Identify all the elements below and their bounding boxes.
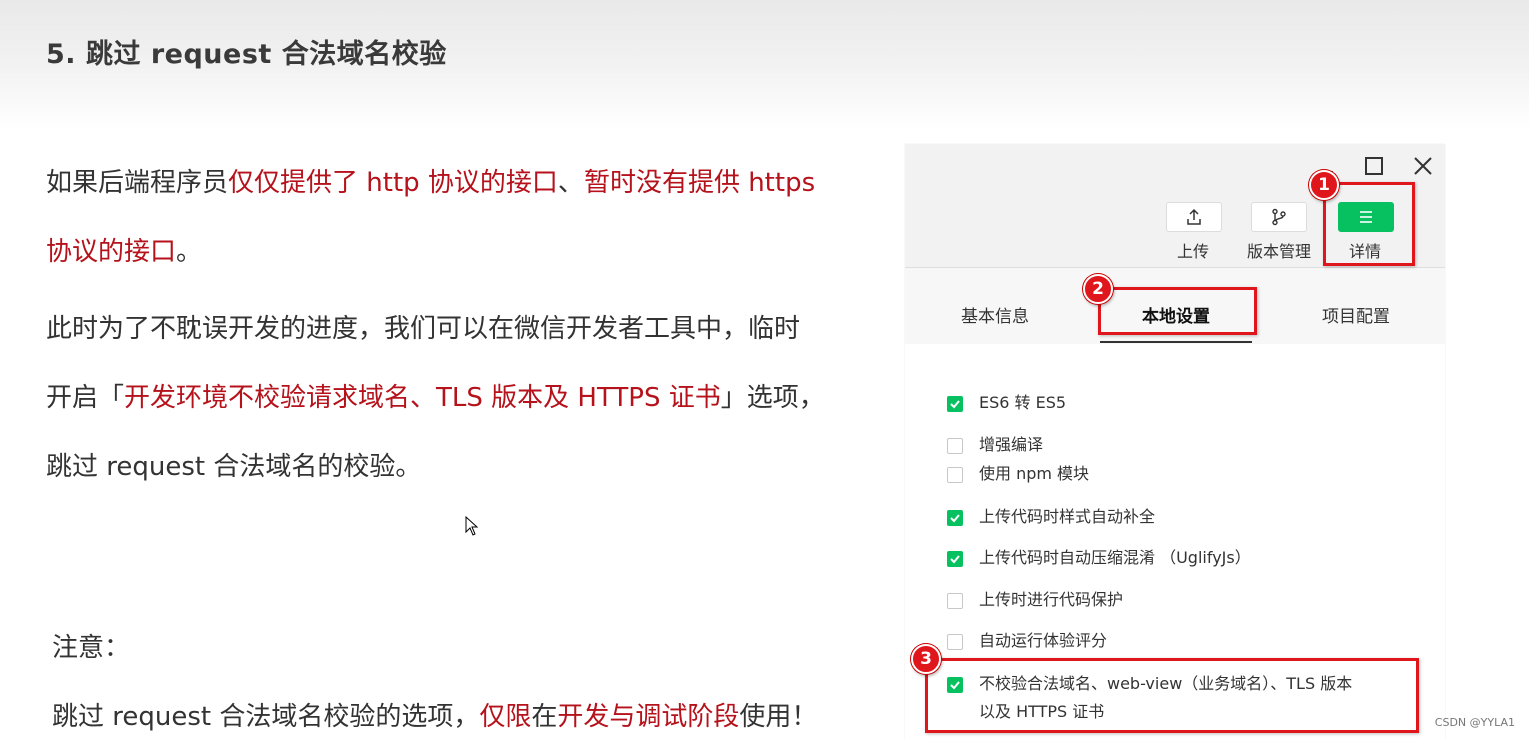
active-tab-indicator [1100, 341, 1252, 343]
option-auto-audit[interactable]: 自动运行体验评分 [947, 631, 1107, 655]
slide-title: 5. 跳过 request 合法域名校验 [46, 39, 447, 70]
paragraph-1-line-2: 协议的接口。 [46, 231, 202, 268]
close-icon[interactable] [1409, 152, 1437, 180]
maximize-icon[interactable] [1360, 152, 1388, 180]
option-label: 上传时进行代码保护 [979, 590, 1124, 609]
checkbox-checked[interactable] [947, 510, 963, 526]
paragraph-2-line-3: 跳过 request 合法域名的校验。 [46, 452, 422, 482]
upload-label: 上传 [1176, 242, 1209, 261]
option-label: ES6 转 ES5 [979, 393, 1067, 412]
checkbox-unchecked[interactable] [947, 593, 963, 609]
paragraph-2-line-1: 此时为了不耽误开发的进度，我们可以在微信开发者工具中，临时 [46, 314, 801, 344]
highlight-box-details [1323, 182, 1415, 266]
text-span: 。 [176, 237, 203, 267]
text-span: 」选项， [720, 383, 825, 413]
text-span: 开启「 [46, 383, 125, 413]
option-es6-to-es5[interactable]: ES6 转 ES5 [947, 393, 1066, 417]
tab-basic-info[interactable]: 基本信息 [961, 302, 1029, 327]
option-npm-modules[interactable]: 使用 npm 模块 [947, 464, 1089, 488]
highlight-text: 开发与调试阶段 [557, 702, 740, 732]
option-label: 自动运行体验评分 [979, 631, 1108, 650]
tab-project-config[interactable]: 项目配置 [1322, 302, 1390, 327]
checkbox-checked[interactable] [947, 396, 963, 412]
checkbox-unchecked[interactable] [947, 634, 963, 650]
upload-icon [1187, 208, 1201, 225]
checkbox-unchecked[interactable] [947, 438, 963, 454]
option-minify-uglifyjs[interactable]: 上传代码时自动压缩混淆 （UglifyJs） [947, 548, 1251, 572]
paragraph-2-line-2: 开启「开发环境不校验请求域名、TLS 版本及 HTTPS 证书」选项， [46, 377, 825, 414]
upload-button[interactable] [1166, 202, 1222, 232]
version-control-label: 版本管理 [1246, 242, 1311, 261]
text-span: 如果后端程序员 [46, 168, 229, 198]
option-enhanced-compile[interactable]: 增强编译 [947, 435, 1043, 459]
step-badge-2: 2 [1083, 274, 1113, 304]
highlight-text: 暂时没有提供 https [583, 168, 816, 198]
highlight-text: 仅限 [479, 702, 532, 732]
highlight-text: 仅仅提供了 http 协议的接口 [228, 168, 558, 198]
mouse-cursor-icon [465, 516, 479, 536]
version-control-button[interactable] [1251, 202, 1307, 232]
option-code-protection[interactable]: 上传时进行代码保护 [947, 590, 1123, 614]
highlight-text: 协议的接口 [46, 237, 177, 267]
highlight-box-local-settings [1098, 287, 1257, 335]
watermark: CSDN @YYLA1 [1434, 716, 1515, 729]
check-icon [950, 400, 960, 409]
text-span: 在 [531, 702, 558, 732]
note-text: 跳过 request 合法域名校验的选项，仅限在开发与调试阶段使用！ [52, 696, 817, 733]
text-span: 、 [557, 168, 584, 198]
option-label: 使用 npm 模块 [979, 464, 1090, 483]
branch-icon [1272, 208, 1286, 226]
option-label: 上传代码时自动压缩混淆 （UglifyJs） [979, 548, 1251, 567]
note-label: 注意： [52, 633, 131, 663]
paragraph-1-line-1: 如果后端程序员仅仅提供了 http 协议的接口、暂时没有提供 https [46, 162, 815, 199]
highlight-box-domain-option [925, 658, 1419, 733]
checkbox-checked[interactable] [947, 551, 963, 567]
check-icon [950, 555, 960, 564]
step-badge-3: 3 [911, 644, 941, 674]
step-badge-1: 1 [1309, 170, 1339, 200]
option-style-autocomplete[interactable]: 上传代码时样式自动补全 [947, 507, 1155, 531]
option-label: 上传代码时样式自动补全 [979, 507, 1156, 526]
text-span: 使用！ [739, 702, 818, 732]
check-icon [950, 514, 960, 523]
checkbox-unchecked[interactable] [947, 467, 963, 483]
text-span: 跳过 request 合法域名校验的选项， [52, 702, 480, 732]
highlight-text: 开发环境不校验请求域名、TLS 版本及 HTTPS 证书 [124, 383, 721, 413]
option-label: 增强编译 [979, 435, 1044, 454]
